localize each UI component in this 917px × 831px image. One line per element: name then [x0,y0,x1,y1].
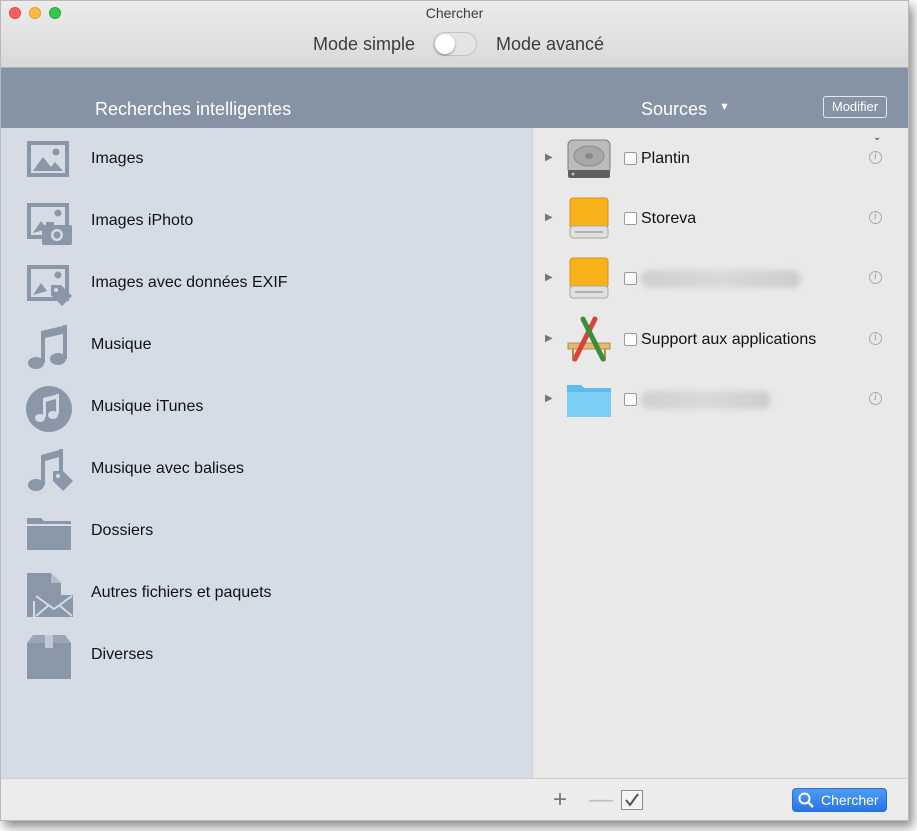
music-tag-icon [28,449,73,491]
disclosure-triangle-icon[interactable]: ▶ [545,152,553,163]
modify-button[interactable]: Modifier [823,96,887,118]
source-checkbox[interactable] [624,152,637,165]
source-checkbox[interactable] [624,333,637,346]
smart-searches-title: Recherches intelligentes [95,99,292,119]
smart-search-label: Images iPhoto [91,212,194,229]
smart-search-miscellaneous[interactable]: Diverses [1,624,532,686]
smart-search-label: Dossiers [91,522,154,539]
sources-list: ⌄ ▶ Plantin i ▶ Storeva i ▶ i ▶ Support … [532,128,908,778]
window-title: Chercher [425,5,484,21]
folder-icon [27,518,71,550]
source-name-redacted [641,391,771,409]
applications-icon [567,316,611,362]
mode-toggle[interactable] [433,32,477,56]
source-row[interactable]: ▶ Storeva i [533,188,908,248]
info-icon[interactable]: i [869,271,882,284]
checkmark-icon [625,793,639,807]
smart-search-folders[interactable]: Dossiers [1,500,532,562]
source-row[interactable]: ▶ i [533,248,908,308]
search-button-label: Chercher [821,792,879,808]
disclosure-triangle-icon[interactable]: ▶ [545,212,553,223]
music-note-icon [28,325,67,369]
source-checkbox[interactable] [624,393,637,406]
source-name-redacted [641,270,801,288]
source-name: Support aux applications [641,331,817,348]
smart-search-label: Musique [91,336,152,353]
source-row[interactable]: ▶ i [533,369,908,429]
smart-search-music[interactable]: Musique [1,314,532,376]
info-icon[interactable]: i [869,151,882,164]
sources-chevron-down-icon[interactable]: ▼ [719,101,730,113]
select-all-checkbox[interactable] [621,790,643,810]
smart-search-label: Images avec données EXIF [91,274,288,291]
smart-search-music-tags[interactable]: Musique avec balises [1,438,532,500]
smart-search-label: Images [91,150,144,167]
info-icon[interactable]: i [869,211,882,224]
bottom-bar: + — Chercher [1,778,908,820]
image-tag-icon [27,265,72,306]
info-icon[interactable]: i [869,332,882,345]
search-button[interactable]: Chercher [792,788,887,812]
sources-title[interactable]: Sources [641,99,707,120]
smart-search-label: Musique avec balises [91,460,244,477]
panel-header: Recherches intelligentes Sources ▼ Modif… [1,68,908,128]
source-row[interactable]: ▶ Plantin i [533,128,908,188]
remove-source-button[interactable]: — [589,788,613,812]
smart-search-images[interactable]: Images [1,128,532,190]
smart-search-label: Musique iTunes [91,398,204,415]
source-checkbox[interactable] [624,212,637,225]
search-window: Chercher Mode simple Mode avancé Recherc… [0,0,909,821]
disclosure-triangle-icon[interactable]: ▶ [545,272,553,283]
disclosure-triangle-icon[interactable]: ▶ [545,393,553,404]
source-name: Plantin [641,150,690,167]
smart-searches-list: Images Images iPhoto Images avec données… [1,128,532,778]
add-source-button[interactable]: + [553,788,567,812]
external-drive-icon [569,257,609,299]
photo-camera-icon [27,203,72,245]
smart-search-images-iphoto[interactable]: Images iPhoto [1,190,532,252]
source-checkbox[interactable] [624,272,637,285]
external-drive-icon [569,197,609,239]
smart-search-label: Diverses [91,646,154,663]
source-row[interactable]: ▶ Support aux applications i [533,309,908,369]
title-bar: Chercher Mode simple Mode avancé [1,1,908,68]
smart-search-images-exif[interactable]: Images avec données EXIF [1,252,532,314]
itunes-icon [26,386,72,432]
source-name: Storeva [641,210,697,227]
smart-search-other-files[interactable]: Autres fichiers et paquets [1,562,532,624]
smart-search-music-itunes[interactable]: Musique iTunes [1,376,532,438]
disclosure-triangle-icon[interactable]: ▶ [545,333,553,344]
smart-search-label: Autres fichiers et paquets [91,584,272,601]
mode-advanced-label[interactable]: Mode avancé [496,34,604,55]
mode-simple-label[interactable]: Mode simple [313,34,415,55]
box-icon [27,635,71,679]
blue-folder-icon [567,385,611,417]
magnifier-icon [798,792,814,808]
image-icon [27,141,69,177]
info-icon[interactable]: i [869,392,882,405]
hard-drive-icon [567,139,611,178]
file-envelope-icon [27,573,73,617]
toggle-knob [435,34,455,54]
